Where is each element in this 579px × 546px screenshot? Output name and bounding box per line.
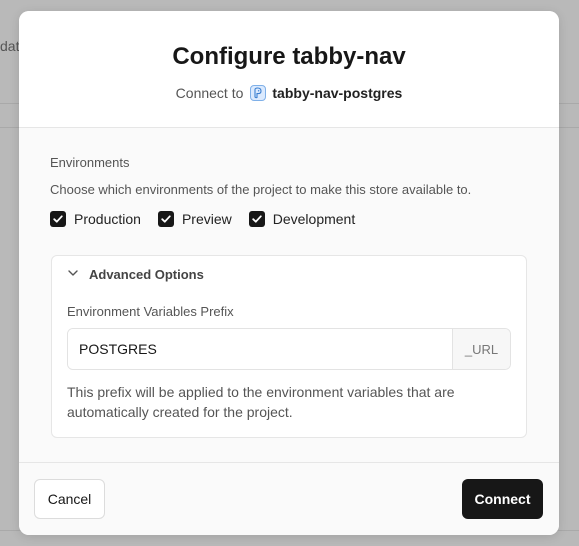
advanced-options-title: Advanced Options: [89, 267, 204, 282]
dialog-title: Configure tabby-nav: [172, 43, 406, 70]
checkbox-label: Development: [272, 211, 356, 227]
dialog-footer: Cancel Connect: [19, 462, 559, 535]
checkbox-checked-icon[interactable]: [248, 211, 265, 227]
prefix-field-label: Environment Variables Prefix: [67, 304, 234, 319]
connect-target: Connect to tabby-nav-postgres: [19, 85, 559, 101]
checkbox-checked-icon[interactable]: [50, 211, 66, 227]
advanced-options-panel: Advanced Options Environment Variables P…: [51, 255, 527, 438]
environments-description: Choose which environments of the project…: [50, 182, 472, 197]
checkbox-label: Production: [74, 211, 141, 227]
dialog-header: Configure tabby-nav Connect to tabby-nav…: [19, 11, 559, 128]
store-name: tabby-nav-postgres: [272, 85, 403, 101]
checkbox-development[interactable]: Development: [248, 211, 356, 227]
prefix-field: _URL: [67, 328, 511, 370]
checkbox-label: Preview: [181, 211, 232, 227]
checkbox-production[interactable]: Production: [50, 211, 141, 227]
checkbox-preview[interactable]: Preview: [157, 211, 232, 227]
chevron-down-icon: [67, 267, 79, 282]
postgres-database-icon: [250, 85, 267, 101]
environments-label: Environments: [50, 155, 130, 170]
prefix-help-text: This prefix will be applied to the envir…: [67, 384, 455, 420]
advanced-options-toggle[interactable]: Advanced Options: [67, 267, 204, 282]
configure-store-dialog: Configure tabby-nav Connect to tabby-nav…: [19, 11, 559, 535]
connect-prefix-text: Connect to: [175, 85, 244, 101]
prefix-input[interactable]: [68, 329, 452, 369]
connect-button[interactable]: Connect: [462, 479, 543, 519]
environment-checkboxes: Production Preview Development: [50, 211, 372, 227]
prefix-suffix: _URL: [452, 329, 510, 369]
checkbox-checked-icon[interactable]: [157, 211, 174, 227]
cancel-button[interactable]: Cancel: [34, 479, 105, 519]
